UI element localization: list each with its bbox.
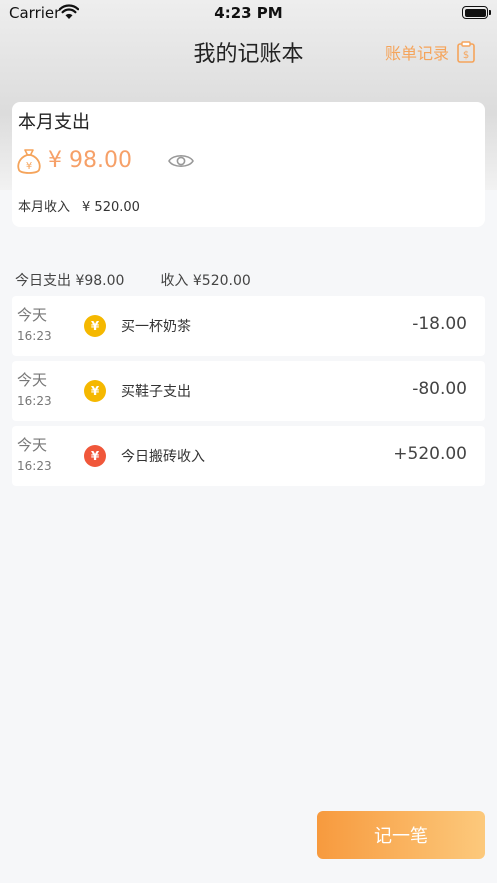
record-row[interactable]: 今天 16:23 ¥ 买一杯奶茶 -18.00 [12, 296, 485, 356]
money-bag-icon: ¥ [17, 149, 41, 174]
daily-expense: 今日支出 ¥98.00 [15, 273, 125, 289]
eye-icon[interactable] [168, 152, 194, 170]
battery-icon [462, 6, 491, 19]
record-day: 今天 [17, 306, 48, 324]
monthly-summary-card: 本月支出 ¥ ¥ 98.00 本月收入 ¥ 520.00 [12, 102, 485, 227]
record-name: 买一杯奶茶 [121, 319, 191, 335]
record-time: 16:23 [17, 459, 52, 473]
daily-income: 收入 ¥520.00 [160, 273, 251, 289]
monthly-expense-amount: ¥ 98.00 [48, 148, 132, 173]
add-record-button[interactable]: 记一笔 [317, 811, 485, 859]
bill-records-label: 账单记录 [384, 44, 449, 63]
svg-text:$: $ [463, 50, 469, 61]
record-amount: -18.00 [412, 314, 467, 334]
svg-text:¥: ¥ [26, 161, 32, 172]
record-name: 今日搬砖收入 [121, 449, 205, 465]
app-screen: Carrier 4:23 PM 我的记账本 账单记录 $ 本月支出 ¥ ¥ 98… [0, 0, 497, 883]
status-bar: Carrier 4:23 PM [0, 0, 497, 26]
monthly-income-label: 本月收入 [18, 200, 71, 215]
record-name: 买鞋子支出 [121, 384, 191, 400]
record-day: 今天 [17, 436, 48, 454]
record-amount: +520.00 [393, 444, 467, 464]
status-time: 4:23 PM [214, 4, 283, 22]
monthly-income: 本月收入 ¥ 520.00 [18, 196, 140, 215]
record-row[interactable]: 今天 16:23 ¥ 买鞋子支出 -80.00 [12, 361, 485, 421]
record-day: 今天 [17, 371, 48, 389]
monthly-expense-title: 本月支出 [18, 112, 90, 133]
record-row[interactable]: 今天 16:23 ¥ 今日搬砖收入 +520.00 [12, 426, 485, 486]
bill-document-icon: $ [457, 41, 475, 63]
daily-summary: 今日支出 ¥98.00 收入 ¥520.00 [15, 270, 251, 290]
monthly-income-amount: ¥ 520.00 [82, 200, 140, 215]
income-category-icon: ¥ [84, 445, 106, 467]
expense-category-icon: ¥ [84, 315, 106, 337]
bill-records-button[interactable]: 账单记录 $ [385, 40, 475, 64]
record-time: 16:23 [17, 394, 52, 408]
expense-category-icon: ¥ [84, 380, 106, 402]
record-amount: -80.00 [412, 379, 467, 399]
record-time: 16:23 [17, 329, 52, 343]
